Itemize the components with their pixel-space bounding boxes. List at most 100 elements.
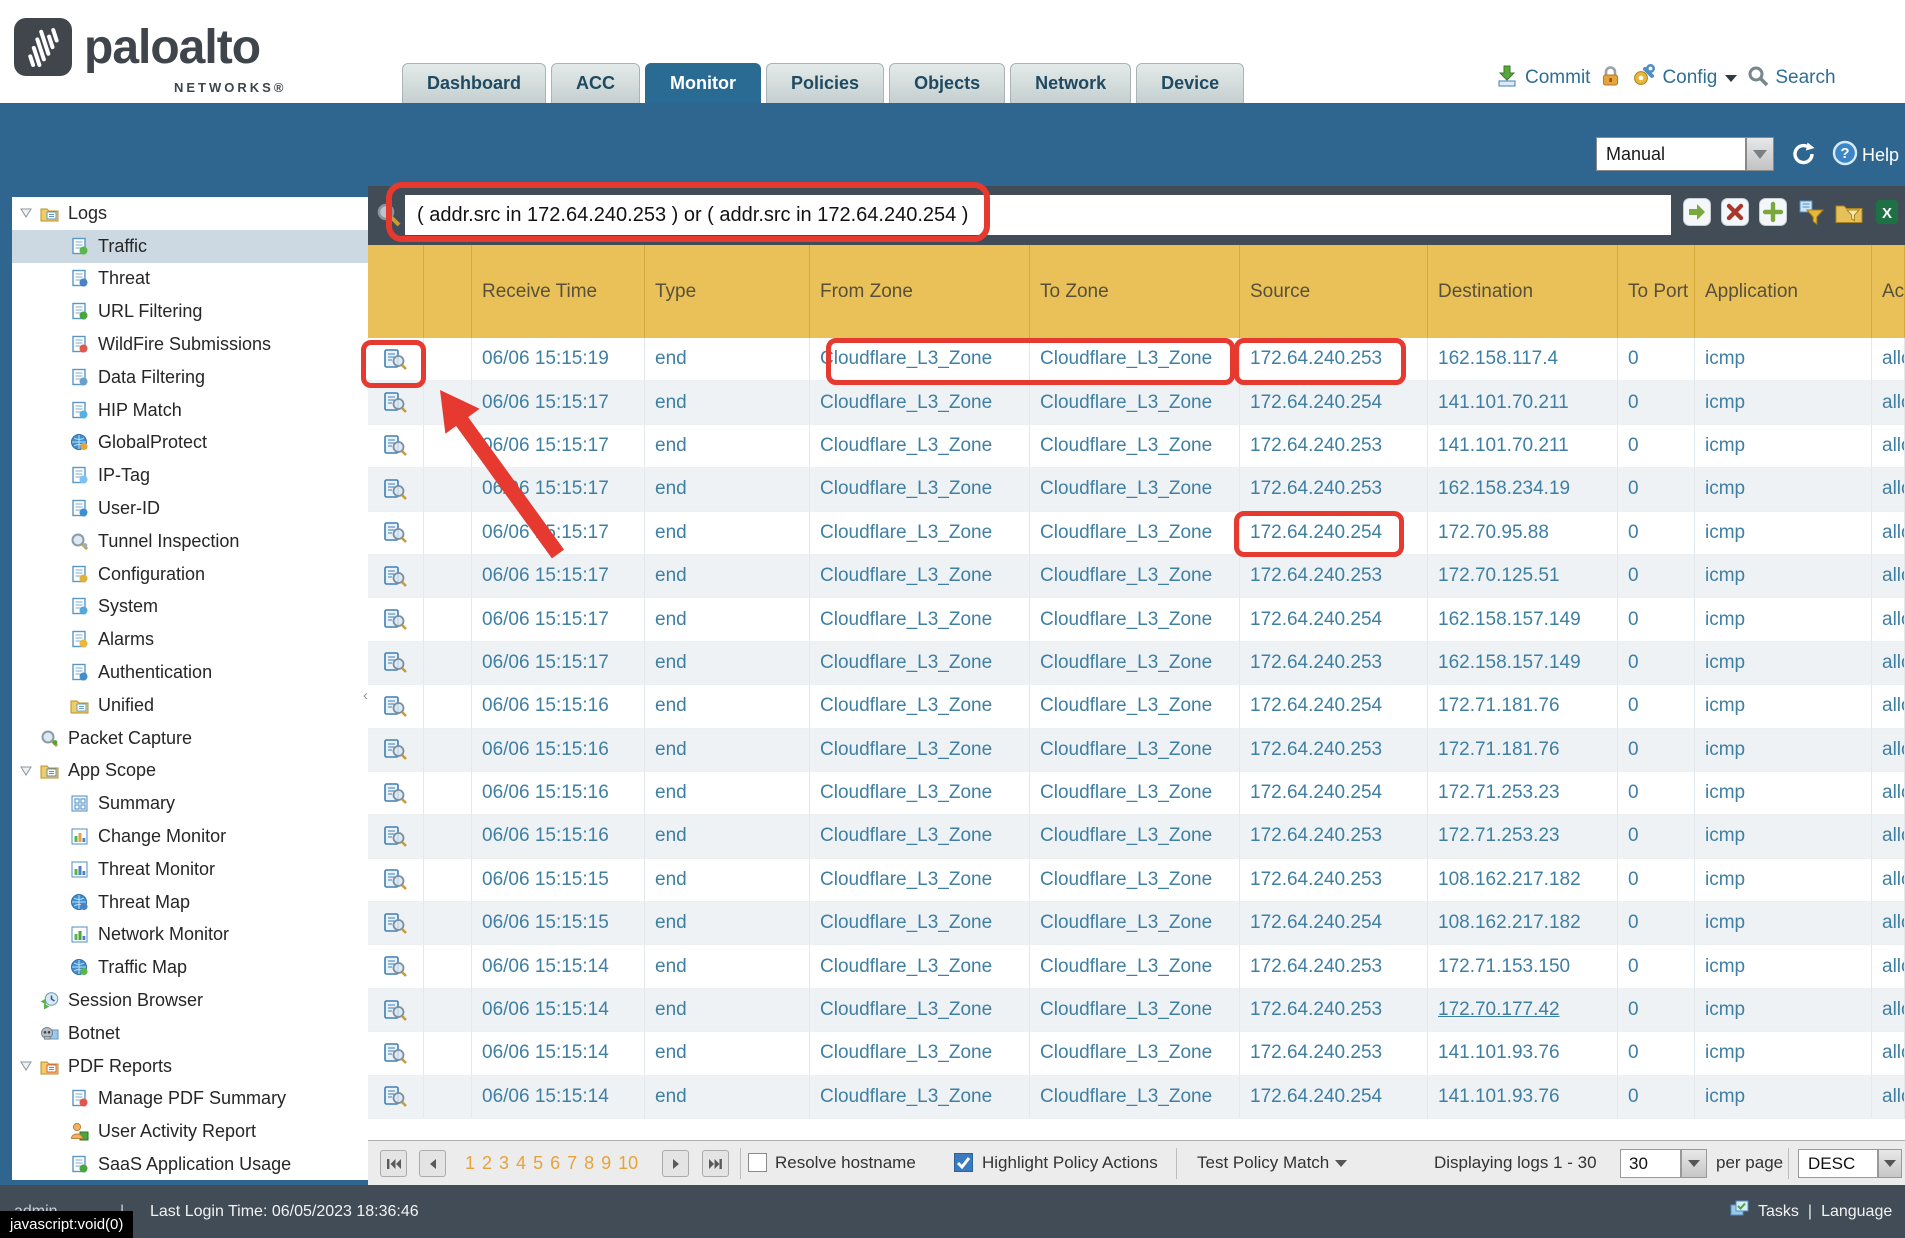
sidebar-item-saas-application-usage[interactable]: SaaS Application Usage (12, 1148, 368, 1180)
log-detail-icon[interactable] (384, 349, 407, 370)
log-row[interactable]: 06/06 15:15:16endCloudflare_L3_ZoneCloud… (368, 729, 1905, 772)
log-detail-icon[interactable] (384, 956, 407, 977)
log-row[interactable]: 06/06 15:15:14endCloudflare_L3_ZoneCloud… (368, 1076, 1905, 1119)
tab-network[interactable]: Network (1010, 63, 1131, 103)
page-number-5[interactable]: 5 (533, 1153, 543, 1174)
sidebar-item-user-activity-report[interactable]: User Activity Report (12, 1115, 368, 1148)
sidebar-item-threat[interactable]: Threat (12, 263, 368, 296)
sidebar-item-packet-capture[interactable]: Packet Capture (12, 722, 368, 755)
log-detail-icon[interactable] (384, 1086, 407, 1107)
sidebar-item-manage-pdf-summary[interactable]: Manage PDF Summary (12, 1083, 368, 1116)
log-row[interactable]: 06/06 15:15:16endCloudflare_L3_ZoneCloud… (368, 772, 1905, 815)
page-number-9[interactable]: 9 (601, 1153, 611, 1174)
log-detail-icon[interactable] (384, 609, 407, 630)
sidebar-item-authentication[interactable]: Authentication (12, 656, 368, 689)
sidebar-item-user-id[interactable]: User-ID (12, 492, 368, 525)
log-row[interactable]: 06/06 15:15:14endCloudflare_L3_ZoneCloud… (368, 989, 1905, 1032)
column-header-application[interactable]: Application (1695, 245, 1872, 338)
sidebar-item-threat-monitor[interactable]: Threat Monitor (12, 853, 368, 886)
page-number-6[interactable]: 6 (550, 1153, 560, 1174)
tab-objects[interactable]: Objects (889, 63, 1005, 103)
sidebar-item-system[interactable]: System (12, 591, 368, 624)
resolve-hostname-checkbox[interactable] (748, 1153, 767, 1172)
sidebar-item-botnet[interactable]: Botnet (12, 1017, 368, 1050)
sort-order-select[interactable]: DESC (1798, 1149, 1878, 1178)
column-header-from-zone[interactable]: From Zone (810, 245, 1030, 338)
next-page-button[interactable] (662, 1150, 689, 1177)
sidebar-item-url-filtering[interactable]: URL Filtering (12, 295, 368, 328)
page-number-10[interactable]: 10 (618, 1153, 638, 1174)
tab-monitor[interactable]: Monitor (645, 63, 761, 103)
column-header-action[interactable]: Action (1872, 245, 1905, 338)
sidebar-item-data-filtering[interactable]: Data Filtering (12, 361, 368, 394)
sidebar-item-change-monitor[interactable]: Change Monitor (12, 820, 368, 853)
log-detail-icon[interactable] (384, 566, 407, 587)
column-header-source[interactable]: Source (1240, 245, 1428, 338)
config-button[interactable]: Config (1631, 64, 1737, 93)
load-filter-icon[interactable] (1835, 198, 1863, 226)
log-detail-icon[interactable] (384, 652, 407, 673)
logs-expander-icon[interactable] (18, 208, 34, 218)
tab-device[interactable]: Device (1136, 63, 1244, 103)
sidebar-item-threat-map[interactable]: Threat Map (12, 886, 368, 919)
sidebar-item-unified[interactable]: Unified (12, 689, 368, 722)
log-detail-icon[interactable] (384, 522, 407, 543)
log-row[interactable]: 06/06 15:15:19endCloudflare_L3_ZoneCloud… (368, 338, 1905, 381)
sort-order-dropdown-button[interactable] (1878, 1149, 1902, 1178)
per-page-dropdown-button[interactable] (1681, 1149, 1707, 1178)
column-header-type[interactable]: Type (645, 245, 810, 338)
sidebar-item-ip-tag[interactable]: IP-Tag (12, 459, 368, 492)
search-button[interactable]: Search (1747, 65, 1835, 92)
sidebar-item-configuration[interactable]: Configuration (12, 558, 368, 591)
sidebar-item-traffic-map[interactable]: Traffic Map (12, 951, 368, 984)
page-number-3[interactable]: 3 (499, 1153, 509, 1174)
sidebar-item-session-browser[interactable]: Session Browser (12, 984, 368, 1017)
highlight-policy-actions-checkbox[interactable] (954, 1153, 973, 1172)
last-page-button[interactable] (702, 1150, 729, 1177)
sidebar-item-pdf-reports[interactable]: PDF Reports (12, 1050, 368, 1083)
log-row[interactable]: 06/06 15:15:14endCloudflare_L3_ZoneCloud… (368, 945, 1905, 988)
lock-button[interactable] (1600, 64, 1621, 93)
tab-acc[interactable]: ACC (551, 63, 640, 103)
refresh-button[interactable] (1790, 140, 1817, 172)
column-header-blank-0[interactable] (368, 245, 424, 338)
sidebar-item-globalprotect[interactable]: GlobalProtect (12, 427, 368, 460)
log-row[interactable]: 06/06 15:15:16endCloudflare_L3_ZoneCloud… (368, 815, 1905, 858)
help-button[interactable]: ? Help (1832, 140, 1899, 171)
log-row[interactable]: 06/06 15:15:17endCloudflare_L3_ZoneCloud… (368, 425, 1905, 468)
log-detail-icon[interactable] (384, 1000, 407, 1021)
log-row[interactable]: 06/06 15:15:14endCloudflare_L3_ZoneCloud… (368, 1032, 1905, 1075)
sidebar-item-summary[interactable]: Summary (12, 787, 368, 820)
sidebar-item-network-monitor[interactable]: Network Monitor (12, 919, 368, 952)
app-scope-expander-icon[interactable] (18, 766, 34, 776)
destination-link[interactable]: 172.70.177.42 (1438, 999, 1560, 1021)
log-detail-icon[interactable] (384, 1043, 407, 1064)
first-page-button[interactable] (380, 1150, 407, 1177)
sidebar-item-tunnel-inspection[interactable]: Tunnel Inspection (12, 525, 368, 558)
log-detail-icon[interactable] (384, 479, 407, 500)
log-row[interactable]: 06/06 15:15:17endCloudflare_L3_ZoneCloud… (368, 468, 1905, 511)
add-filter-icon[interactable] (1759, 198, 1787, 226)
column-header-receive-time[interactable]: Receive Time (472, 245, 645, 338)
log-detail-icon[interactable] (384, 869, 407, 890)
previous-page-button[interactable] (419, 1150, 446, 1177)
sidebar-item-wildfire-submissions[interactable]: WildFire Submissions (12, 328, 368, 361)
column-header-to-port[interactable]: To Port (1618, 245, 1695, 338)
log-row[interactable]: 06/06 15:15:17endCloudflare_L3_ZoneCloud… (368, 512, 1905, 555)
sidebar-item-alarms[interactable]: Alarms (12, 623, 368, 656)
column-header-blank-1[interactable] (424, 245, 472, 338)
log-row[interactable]: 06/06 15:15:17endCloudflare_L3_ZoneCloud… (368, 555, 1905, 598)
save-filter-icon[interactable] (1797, 198, 1825, 226)
commit-button[interactable]: Commit (1495, 64, 1590, 93)
sidebar-item-logs[interactable]: Logs (12, 197, 368, 230)
log-row[interactable]: 06/06 15:15:15endCloudflare_L3_ZoneCloud… (368, 859, 1905, 902)
sidebar-item-traffic[interactable]: Traffic (12, 230, 368, 263)
refresh-mode-dropdown-button[interactable] (1746, 137, 1774, 171)
log-detail-icon[interactable] (384, 696, 407, 717)
column-header-to-zone[interactable]: To Zone (1030, 245, 1240, 338)
language-link[interactable]: Language (1821, 1203, 1892, 1221)
log-row[interactable]: 06/06 15:15:17endCloudflare_L3_ZoneCloud… (368, 642, 1905, 685)
page-number-1[interactable]: 1 (465, 1153, 475, 1174)
sidebar-item-hip-match[interactable]: HIP Match (12, 394, 368, 427)
log-row[interactable]: 06/06 15:15:15endCloudflare_L3_ZoneCloud… (368, 902, 1905, 945)
